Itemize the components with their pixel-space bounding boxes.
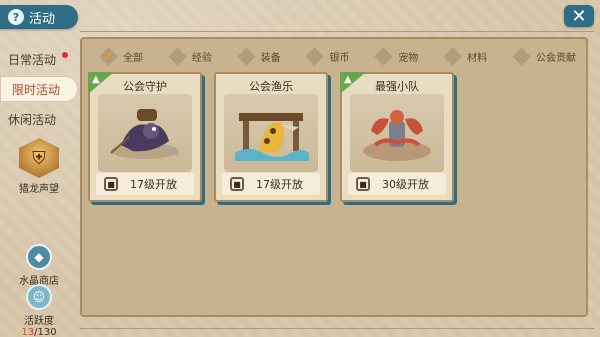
checkbox-icon: [305, 46, 325, 66]
checkbox-icon: [236, 46, 256, 66]
filter-exp[interactable]: 经验: [168, 46, 212, 66]
activity-title-tab: ? 活动: [0, 5, 78, 29]
dragon-emblem-icon: ⛨: [19, 138, 59, 178]
hunter-prestige-label: 猎龙声望: [19, 184, 59, 195]
checkbox-icon: [374, 46, 394, 66]
unlock-requirement: ■ 17级开放: [222, 173, 320, 195]
filter-guild-contribution[interactable]: 公会贡献: [512, 46, 576, 66]
card-title: 公会守护: [123, 80, 167, 93]
close-button[interactable]: ✕: [564, 5, 594, 27]
lock-icon: ■: [104, 177, 118, 191]
activity-label: 活跃度: [24, 316, 54, 327]
mascot-icon: ☺: [26, 284, 52, 310]
strongest-squad-image: [350, 94, 444, 172]
filter-pet[interactable]: 宠物: [374, 46, 418, 66]
sidebar-item-label: 休闲活动: [8, 112, 57, 127]
activity-card-strongest-squad[interactable]: ▲ 最强小队 ■ 30级开放: [340, 72, 454, 202]
sidebar-item-casual[interactable]: 休闲活动: [0, 106, 78, 132]
guild-fishing-image: [224, 94, 318, 172]
filter-bar: ✓ 全部 经验 装备 银币 宠物 材料 公会贡献: [99, 46, 576, 66]
sidebar-item-daily[interactable]: 日常活动: [0, 46, 78, 72]
card-title: 公会渔乐: [249, 80, 293, 93]
crystal-icon: ◆: [26, 244, 52, 270]
checkbox-icon: [512, 46, 531, 66]
page-title: 活动: [29, 11, 56, 27]
sidebar-item-label: 限时活动: [12, 82, 61, 97]
filter-silver[interactable]: 银币: [305, 46, 349, 66]
card-title: 最强小队: [375, 80, 419, 93]
activity-card-guild-fishing[interactable]: 公会渔乐 ■ 17级开放: [214, 72, 328, 202]
checkbox-icon: [443, 46, 462, 66]
activity-panel: ✓ 全部 经验 装备 银币 宠物 材料 公会贡献 ▲ 公会守护 ■ 17级开放 …: [80, 37, 588, 317]
lock-icon: ■: [230, 177, 244, 191]
sidebar-item-label: 日常活动: [8, 52, 57, 67]
top-frame-divider: [80, 31, 594, 32]
bottom-frame-divider: [80, 328, 594, 329]
close-icon: ✕: [571, 5, 587, 27]
sidebar: 日常活动 限时活动 休闲活动 ⛨ 猎龙声望 ◆ 水晶商店 ☺ 活跃度 13/13…: [0, 40, 78, 337]
crystal-shop-button[interactable]: ◆ 水晶商店: [8, 244, 70, 287]
sidebar-item-limited[interactable]: 限时活动: [0, 76, 78, 102]
unlock-requirement: ■ 17级开放: [96, 173, 194, 195]
activity-card-guild-guard[interactable]: ▲ 公会守护 ■ 17级开放: [88, 72, 202, 202]
activity-progress: 13/130: [21, 327, 57, 337]
unlock-requirement: ■ 30级开放: [348, 173, 446, 195]
activity-points-button[interactable]: ☺ 活跃度 13/130: [8, 284, 70, 337]
filter-equipment[interactable]: 装备: [236, 46, 281, 66]
filter-material[interactable]: 材料: [443, 46, 487, 66]
notification-dot: [62, 52, 68, 58]
help-icon[interactable]: ?: [8, 9, 24, 25]
hunter-prestige-button[interactable]: ⛨ 猎龙声望: [8, 138, 70, 195]
lock-icon: ■: [356, 177, 370, 191]
checkbox-icon: ✓: [99, 46, 118, 66]
checkbox-icon: [168, 46, 187, 66]
filter-all[interactable]: ✓ 全部: [99, 46, 143, 66]
guild-guard-image: [98, 94, 192, 172]
